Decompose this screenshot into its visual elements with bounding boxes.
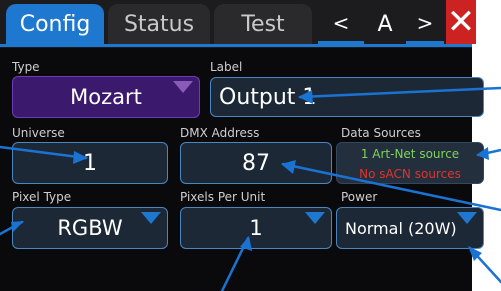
tab-bar: Config Status Test < A > (0, 0, 472, 48)
power-label: Power (341, 190, 378, 204)
output-name-input[interactable]: Output 1 (210, 77, 484, 117)
data-sources-label: Data Sources (341, 126, 421, 140)
dropdown-arrow-icon (305, 212, 325, 224)
tab-test[interactable]: Test (214, 4, 312, 44)
close-icon: ✕ (446, 2, 476, 42)
tab-underline (0, 44, 472, 47)
pixel-type-value: RGBW (57, 216, 123, 240)
next-output-button[interactable]: > (406, 4, 444, 44)
sacn-source-status: No sACN sources (359, 167, 461, 181)
data-sources-box: 1 Art-Net source No sACN sources (336, 142, 484, 184)
artnet-source-status: 1 Art-Net source (360, 147, 460, 161)
current-output-indicator: A (377, 11, 393, 37)
dropdown-arrow-icon (173, 81, 193, 93)
universe-value: 1 (83, 150, 97, 176)
output-name-value: Output 1 (219, 84, 317, 110)
type-value: Mozart (70, 85, 142, 109)
pixel-type-label: Pixel Type (12, 190, 72, 204)
power-value: Normal (20W) (345, 218, 457, 238)
type-dropdown[interactable]: Mozart (12, 76, 200, 118)
dmx-address-label: DMX Address (180, 126, 260, 140)
dropdown-arrow-icon (457, 212, 477, 224)
pixels-per-unit-value: 1 (249, 216, 263, 240)
type-label: Type (12, 60, 40, 74)
universe-label: Universe (12, 126, 65, 140)
dmx-address-value: 87 (242, 150, 270, 176)
close-button[interactable]: ✕ (446, 0, 476, 44)
name-label: Label (210, 60, 243, 74)
pixels-per-unit-label: Pixels Per Unit (180, 190, 266, 204)
pixel-type-dropdown[interactable]: RGBW (12, 207, 168, 249)
prev-output-button[interactable]: < (318, 4, 364, 44)
power-dropdown[interactable]: Normal (20W) (336, 207, 484, 249)
tab-status[interactable]: Status (108, 4, 210, 44)
pixels-per-unit-dropdown[interactable]: 1 (180, 207, 332, 249)
device-screen: Config Status Test < A > Type Mozart Lab… (0, 0, 484, 291)
dmx-address-input[interactable]: 87 (180, 142, 332, 184)
tab-config[interactable]: Config (6, 4, 104, 44)
callout-line-power (468, 246, 501, 284)
universe-input[interactable]: 1 (12, 142, 168, 184)
dropdown-arrow-icon (141, 212, 161, 224)
